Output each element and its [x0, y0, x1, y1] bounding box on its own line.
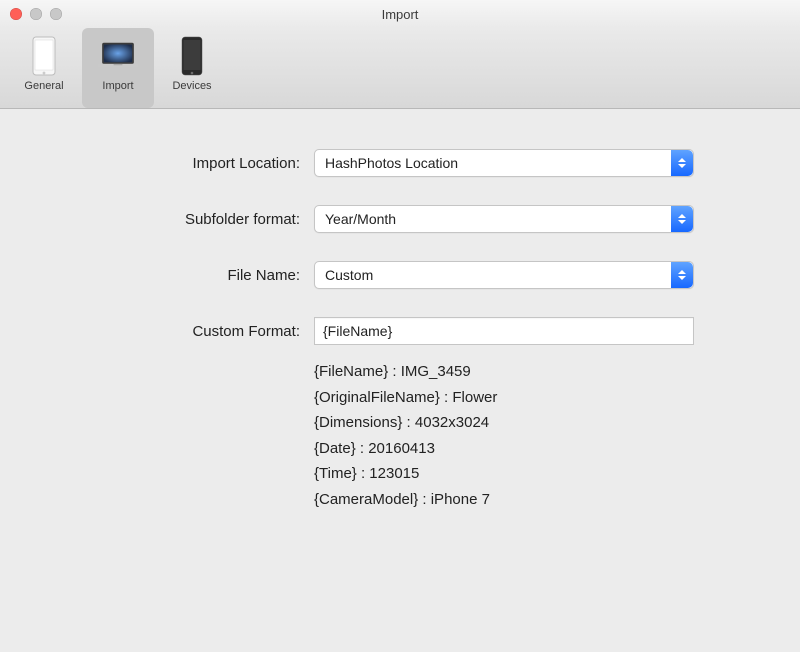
zoom-button[interactable]	[50, 8, 62, 20]
chevrons-up-down-icon	[671, 150, 693, 176]
format-hints: {FileName} : IMG_3459 {OriginalFileName}…	[314, 359, 760, 512]
row-import-location: Import Location: HashPhotos Location	[40, 149, 760, 177]
macbook-icon	[96, 34, 140, 78]
select-value: Custom	[315, 267, 671, 283]
file-name-select[interactable]: Custom	[314, 261, 694, 289]
hint-line: {Date} : 20160413	[314, 436, 760, 462]
input-value: {FileName}	[323, 323, 392, 339]
tab-general[interactable]: General	[8, 28, 80, 108]
window-title: Import	[382, 7, 419, 22]
row-file-name: File Name: Custom	[40, 261, 760, 289]
row-custom-format: Custom Format: {FileName}	[40, 317, 760, 345]
file-name-label: File Name:	[40, 267, 314, 284]
hint-line: {Dimensions} : 4032x3024	[314, 410, 760, 436]
iphone-icon	[22, 34, 66, 78]
hint-line: {Time} : 123015	[314, 461, 760, 487]
titlebar: Import	[0, 0, 800, 28]
subfolder-format-label: Subfolder format:	[40, 211, 314, 228]
minimize-button[interactable]	[30, 8, 42, 20]
tab-label: General	[24, 80, 63, 92]
iphone-dark-icon	[170, 34, 214, 78]
hint-line: {FileName} : IMG_3459	[314, 359, 760, 385]
import-location-label: Import Location:	[40, 155, 314, 172]
toolbar: General Import	[0, 28, 800, 109]
tab-import[interactable]: Import	[82, 28, 154, 108]
tab-label: Devices	[172, 80, 211, 92]
select-value: Year/Month	[315, 211, 671, 227]
subfolder-format-select[interactable]: Year/Month	[314, 205, 694, 233]
close-button[interactable]	[10, 8, 22, 20]
chevrons-up-down-icon	[671, 262, 693, 288]
tab-devices[interactable]: Devices	[156, 28, 228, 108]
chevrons-up-down-icon	[671, 206, 693, 232]
hint-line: {CameraModel} : iPhone 7	[314, 487, 760, 513]
select-value: HashPhotos Location	[315, 155, 671, 171]
custom-format-label: Custom Format:	[40, 323, 314, 340]
hint-line: {OriginalFileName} : Flower	[314, 385, 760, 411]
content-area: Import Location: HashPhotos Location Sub…	[0, 109, 800, 652]
window-controls	[10, 8, 62, 20]
row-subfolder-format: Subfolder format: Year/Month	[40, 205, 760, 233]
preferences-window: Import General	[0, 0, 800, 652]
import-location-select[interactable]: HashPhotos Location	[314, 149, 694, 177]
custom-format-input[interactable]: {FileName}	[314, 317, 694, 345]
tab-label: Import	[102, 80, 133, 92]
